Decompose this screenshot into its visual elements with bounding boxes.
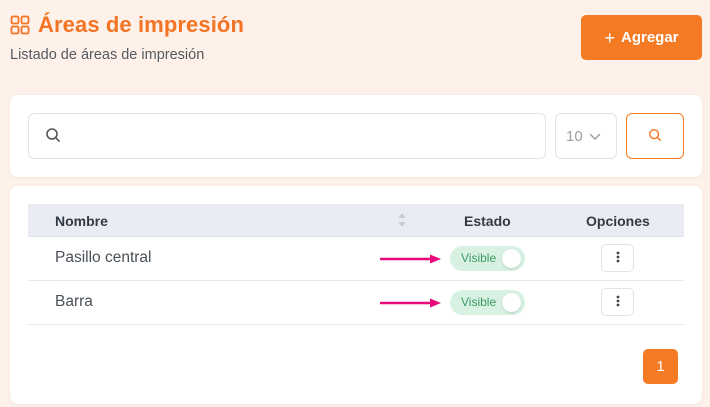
search-card: 10 [10,95,702,177]
table-header: Nombre Estado Opciones [28,204,684,237]
column-header-opciones: Opciones [586,213,650,229]
table-card: Nombre Estado Opciones Pasillo central V… [10,186,702,404]
pagination-page-button[interactable]: 1 [643,349,678,384]
search-button[interactable] [626,113,684,159]
search-input[interactable] [73,114,539,158]
chevron-down-icon [589,128,601,145]
annotation-arrow [379,252,442,270]
row-name: Pasillo central [55,249,152,266]
search-icon [648,128,662,145]
row-options-button[interactable] [601,288,634,316]
grid-icon [10,15,30,35]
per-page-select[interactable]: 10 [555,113,617,159]
kebab-menu-icon [616,295,620,310]
toggle-label: Visible [461,295,497,309]
page: Áreas de impresión Listado de áreas de i… [0,0,710,407]
toggle-knob [502,249,521,268]
page-title: Áreas de impresión [38,12,244,37]
plus-icon: + [604,27,615,48]
toggle-knob [502,293,521,312]
add-button-label: Agregar [620,29,679,46]
toggle-label: Visible [461,251,497,265]
column-header-nombre[interactable]: Nombre [55,213,108,229]
add-button[interactable]: + Agregar [581,15,702,60]
table-row: Pasillo central Visible [28,237,684,281]
row-options-button[interactable] [601,244,634,272]
table-row: Barra Visible [28,281,684,325]
annotation-arrow [379,296,442,314]
visibility-toggle[interactable]: Visible [450,246,525,271]
visibility-toggle[interactable]: Visible [450,290,525,315]
title-row: Áreas de impresión [10,12,244,38]
column-header-estado: Estado [464,213,511,229]
kebab-menu-icon [616,251,620,266]
sort-icon[interactable] [398,211,406,234]
per-page-value: 10 [566,127,583,145]
page-subtitle: Listado de áreas de impresión [10,47,205,63]
row-name: Barra [55,293,93,310]
search-icon [45,127,61,148]
search-field[interactable] [28,113,546,159]
